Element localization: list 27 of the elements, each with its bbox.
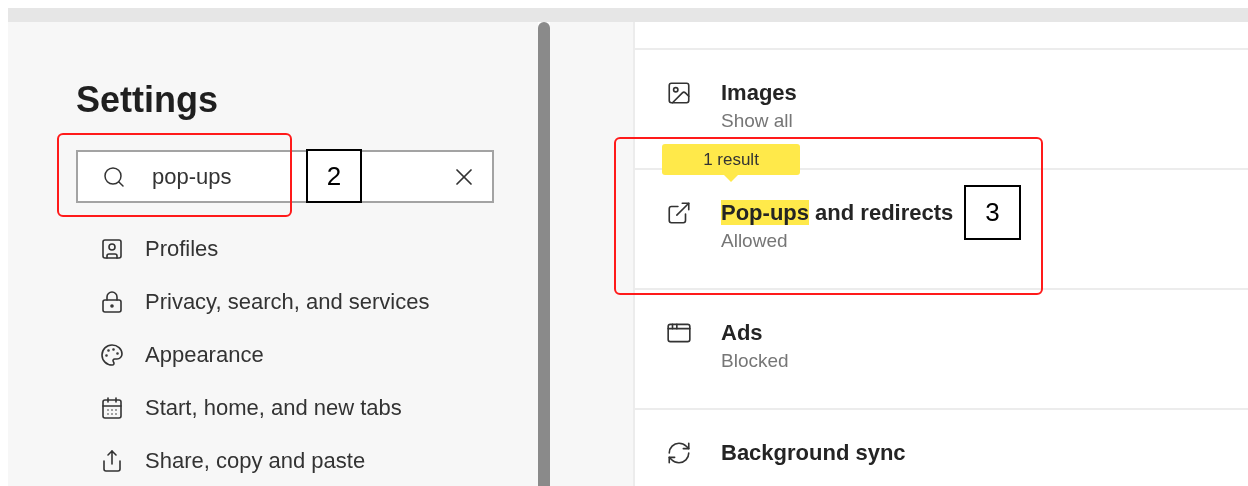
scrollbar-thumb[interactable] xyxy=(538,22,550,486)
step-number: 3 xyxy=(964,185,1021,240)
lock-icon xyxy=(100,289,124,314)
setting-title[interactable]: Pop-ups and redirects xyxy=(721,200,954,226)
search-icon xyxy=(102,164,126,189)
step-number: 2 xyxy=(306,149,362,203)
external-link-icon xyxy=(666,200,692,226)
setting-title[interactable]: Background sync xyxy=(721,440,906,466)
settings-title: Settings xyxy=(76,78,219,122)
setting-status: Show all xyxy=(721,111,794,131)
image-icon xyxy=(666,80,692,106)
sidebar-item[interactable]: Start, home, and new tabs xyxy=(145,391,402,424)
tooltip-pointer-icon xyxy=(724,175,738,182)
calendar-icon xyxy=(100,395,124,420)
setting-status: Blocked xyxy=(721,351,789,371)
palette-icon xyxy=(100,342,124,367)
profile-icon xyxy=(100,236,124,261)
share-icon xyxy=(100,448,124,473)
sidebar-item[interactable]: Privacy, search, and services xyxy=(145,285,430,318)
setting-status: Allowed xyxy=(721,231,789,251)
sidebar-item[interactable]: Share, copy and paste xyxy=(145,444,366,477)
sync-icon xyxy=(666,440,692,466)
sidebar-item[interactable]: Appearance xyxy=(145,338,264,371)
setting-title[interactable]: Images xyxy=(721,80,797,106)
sidebar-item[interactable]: Profiles xyxy=(145,232,219,265)
setting-title[interactable]: Ads xyxy=(721,320,789,346)
result-tooltip: 1 result xyxy=(662,144,800,175)
